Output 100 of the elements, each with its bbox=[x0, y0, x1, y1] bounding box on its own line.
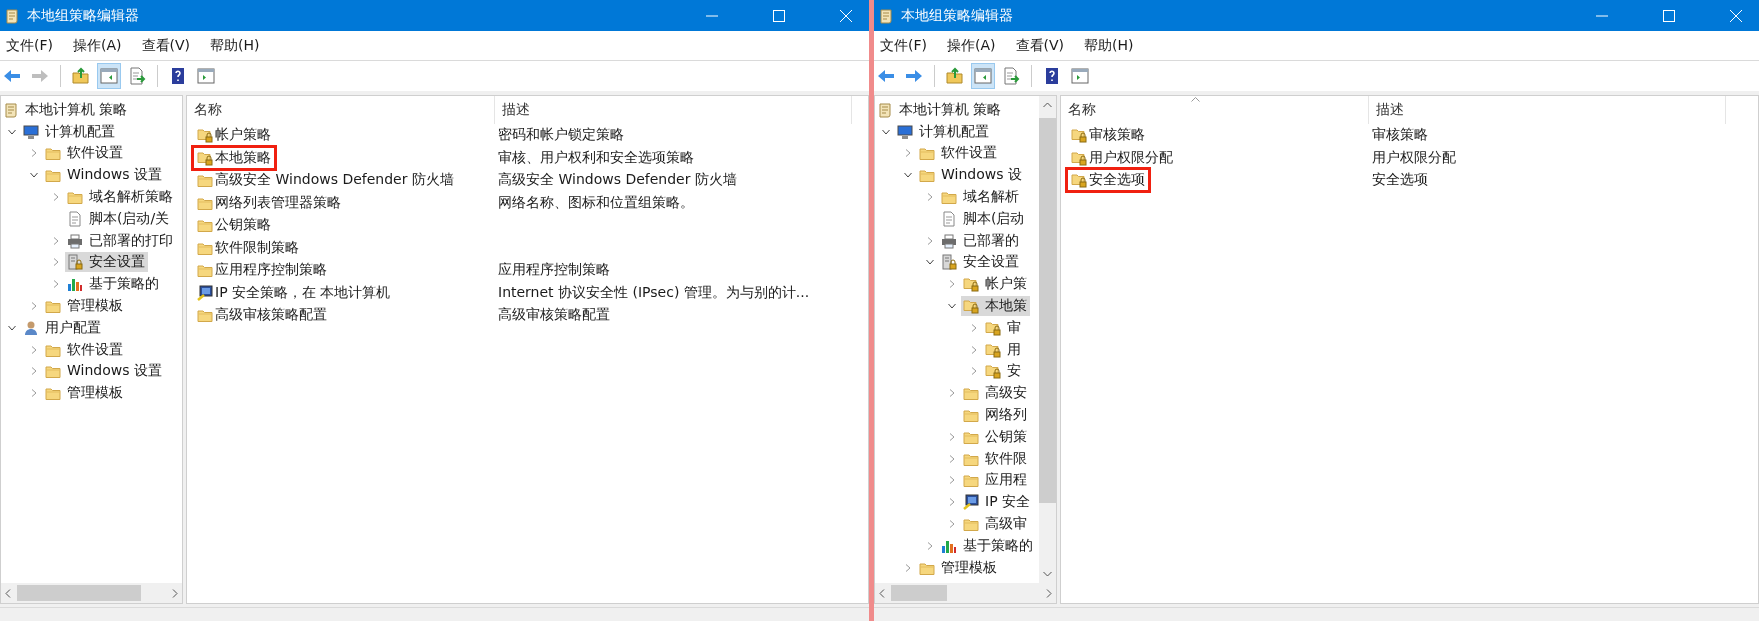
tree-item[interactable]: 域名解析策略 bbox=[65, 187, 176, 208]
menu-item[interactable]: 操作(A) bbox=[67, 36, 130, 55]
tree-item[interactable]: 软件限 bbox=[961, 448, 1030, 469]
tree-item[interactable]: 应用程 bbox=[961, 470, 1030, 491]
horizontal-scrollbar[interactable] bbox=[1, 583, 182, 603]
expand-chevron-icon[interactable] bbox=[30, 149, 38, 158]
tree-item[interactable]: 计算机配置 bbox=[895, 121, 992, 142]
tree-item[interactable]: 网络列 bbox=[961, 405, 1030, 426]
menu-item[interactable]: 查看(V) bbox=[135, 36, 198, 55]
tree-item[interactable]: 管理模板 bbox=[43, 383, 126, 404]
expand-chevron-icon[interactable] bbox=[904, 149, 912, 158]
show-tree-button[interactable] bbox=[97, 63, 121, 89]
menu-item[interactable]: 查看(V) bbox=[1009, 36, 1072, 55]
expand-chevron-icon[interactable] bbox=[52, 280, 60, 289]
scroll-left-icon[interactable] bbox=[879, 588, 885, 598]
tree-item[interactable]: Windows 设置 bbox=[43, 361, 165, 382]
tree-item[interactable]: 本地计算机 策略 bbox=[875, 99, 1005, 120]
collapse-chevron-icon[interactable] bbox=[926, 258, 934, 267]
expand-chevron-icon[interactable] bbox=[948, 432, 956, 441]
tree-item[interactable]: 软件设置 bbox=[43, 143, 126, 164]
tree-item[interactable]: 公钥策 bbox=[961, 426, 1030, 447]
tree-item[interactable]: 高级审 bbox=[961, 514, 1030, 535]
expand-chevron-icon[interactable] bbox=[970, 323, 978, 332]
expand-chevron-icon[interactable] bbox=[52, 193, 60, 202]
locked-folder-icon bbox=[1071, 127, 1087, 144]
expand-chevron-icon[interactable] bbox=[948, 454, 956, 463]
show-tree-button[interactable] bbox=[971, 63, 995, 89]
collapse-chevron-icon[interactable] bbox=[8, 323, 16, 332]
tree-item[interactable]: 基于策略的 bbox=[65, 274, 162, 295]
menu-item[interactable]: 文件(F) bbox=[0, 36, 61, 55]
tree-item[interactable]: 已部署的 bbox=[939, 230, 1022, 251]
expand-chevron-icon[interactable] bbox=[948, 476, 956, 485]
tree-item[interactable]: 安全设置 bbox=[65, 252, 148, 273]
expand-chevron-icon[interactable] bbox=[948, 280, 956, 289]
expand-chevron-icon[interactable] bbox=[970, 345, 978, 354]
expand-chevron-icon[interactable] bbox=[948, 389, 956, 398]
column-header[interactable]: 名称 bbox=[1061, 96, 1369, 124]
document-icon bbox=[67, 210, 83, 227]
tree-item[interactable]: 用 bbox=[983, 339, 1024, 360]
collapse-chevron-icon[interactable] bbox=[30, 171, 38, 180]
tree-item[interactable]: IP 安全 bbox=[961, 492, 1034, 513]
tree-item[interactable]: 安全设置 bbox=[939, 252, 1022, 273]
menu-item[interactable]: 操作(A) bbox=[941, 36, 1004, 55]
expand-chevron-icon[interactable] bbox=[30, 302, 38, 311]
locked-folder-icon bbox=[197, 127, 213, 144]
column-header[interactable]: 描述 bbox=[495, 96, 852, 124]
tree-item[interactable]: 计算机配置 bbox=[21, 121, 118, 142]
computer-icon bbox=[23, 123, 39, 140]
scroll-up-icon[interactable] bbox=[1043, 102, 1052, 108]
expand-chevron-icon[interactable] bbox=[970, 367, 978, 376]
tree-item[interactable]: 已部署的打印 bbox=[65, 230, 176, 251]
tree-item[interactable]: 软件设置 bbox=[917, 143, 1000, 164]
expand-chevron-icon[interactable] bbox=[904, 563, 912, 572]
expand-chevron-icon[interactable] bbox=[926, 193, 934, 202]
expand-chevron-icon[interactable] bbox=[948, 498, 956, 507]
column-header[interactable]: 描述 bbox=[1369, 96, 1726, 124]
expand-chevron-icon[interactable] bbox=[926, 236, 934, 245]
tree-item[interactable]: 本地计算机 策略 bbox=[1, 99, 131, 120]
tree-item[interactable]: 基于策略的 bbox=[939, 535, 1036, 556]
tree-item[interactable]: 域名解析 bbox=[939, 187, 1022, 208]
tree-item[interactable]: 管理模板 bbox=[917, 557, 1000, 578]
scroll-icon bbox=[4, 7, 20, 24]
expand-chevron-icon[interactable] bbox=[926, 541, 934, 550]
tree-item[interactable]: 管理模板 bbox=[43, 296, 126, 317]
tree-item[interactable]: Windows 设 bbox=[917, 165, 1025, 186]
expand-chevron-icon[interactable] bbox=[30, 367, 38, 376]
column-header[interactable]: 名称 bbox=[187, 96, 495, 124]
expand-chevron-icon[interactable] bbox=[30, 345, 38, 354]
tree-item[interactable]: 本地策 bbox=[961, 296, 1030, 317]
vertical-scrollbar[interactable] bbox=[1039, 96, 1056, 583]
scroll-left-icon[interactable] bbox=[5, 588, 11, 598]
menu-item[interactable]: 帮助(H) bbox=[1078, 36, 1142, 55]
folder-icon bbox=[45, 145, 61, 162]
collapse-chevron-icon[interactable] bbox=[904, 171, 912, 180]
close-icon bbox=[1730, 9, 1742, 22]
tree-item[interactable]: 安 bbox=[983, 361, 1024, 382]
tree-item[interactable]: Windows 设置 bbox=[43, 165, 165, 186]
tree-item[interactable]: 帐户策 bbox=[961, 274, 1030, 295]
monitor-key-icon bbox=[197, 284, 213, 301]
tree-item[interactable]: 用户配置 bbox=[21, 317, 104, 338]
tree-item[interactable]: 脚本(启动/关 bbox=[65, 208, 173, 229]
menu-item[interactable]: 文件(F) bbox=[874, 36, 935, 55]
tree-item[interactable]: 审 bbox=[983, 317, 1024, 338]
scroll-right-icon[interactable] bbox=[1046, 588, 1052, 598]
menu-item[interactable]: 帮助(H) bbox=[204, 36, 268, 55]
expand-chevron-icon[interactable] bbox=[30, 389, 38, 398]
scroll-right-icon[interactable] bbox=[172, 588, 178, 598]
tree-item[interactable]: 高级安 bbox=[961, 383, 1030, 404]
horizontal-scrollbar[interactable] bbox=[875, 583, 1056, 603]
list-item[interactable]: 安全选项 bbox=[1065, 167, 1151, 194]
expand-chevron-icon[interactable] bbox=[52, 258, 60, 267]
collapse-chevron-icon[interactable] bbox=[8, 127, 16, 136]
collapse-chevron-icon[interactable] bbox=[948, 302, 956, 311]
expand-chevron-icon[interactable] bbox=[52, 236, 60, 245]
tree-item[interactable]: 脚本(启动 bbox=[939, 208, 1028, 229]
list-item[interactable]: 本地策略 bbox=[191, 144, 277, 171]
tree-item[interactable]: 软件设置 bbox=[43, 339, 126, 360]
scroll-down-icon[interactable] bbox=[1043, 571, 1052, 577]
collapse-chevron-icon[interactable] bbox=[882, 127, 890, 136]
expand-chevron-icon[interactable] bbox=[948, 520, 956, 529]
